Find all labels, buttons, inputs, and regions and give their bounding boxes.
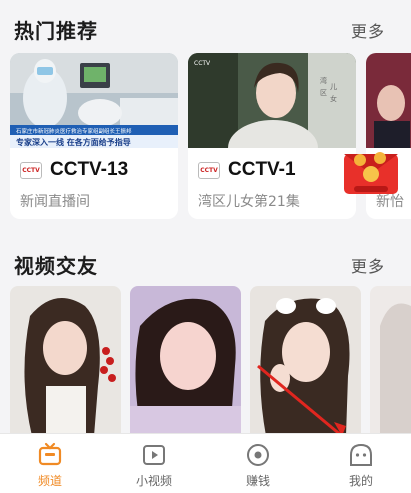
- profile-icon: [350, 443, 372, 466]
- svg-text:女: 女: [330, 94, 337, 103]
- video-tile[interactable]: [10, 286, 121, 436]
- tab-label: 我的: [348, 474, 373, 488]
- tab-channel[interactable]: 频道: [0, 434, 100, 493]
- tab-label: 赚钱: [245, 474, 270, 488]
- tab-label: 频道: [37, 474, 62, 488]
- channel-card-cctv13[interactable]: 石家庄市新冠肺炎医疗救治专家组副组长王振邦 专家深入一线 在各方面给予指导 CC…: [10, 53, 178, 219]
- channel-name: CCTV-1: [228, 159, 296, 180]
- svg-text:湾: 湾: [320, 76, 327, 85]
- cctv-logo-icon: CCTV: [198, 161, 220, 179]
- svg-text:区: 区: [320, 89, 327, 97]
- hot-more-link[interactable]: 更多: [351, 18, 385, 42]
- video-tile[interactable]: [130, 286, 241, 436]
- partial-thumbnail: [366, 53, 411, 148]
- svg-text:儿: 儿: [330, 83, 337, 91]
- tab-short-video[interactable]: 小视频: [104, 434, 204, 493]
- tab-earn[interactable]: 赚钱: [208, 434, 308, 493]
- channel-icon: [38, 442, 62, 466]
- bottom-tab-bar: 频道 小视频 赚钱 我的: [0, 433, 411, 493]
- cctv-logo-icon: CCTV: [20, 161, 42, 179]
- cctv13-thumbnail: 石家庄市新冠肺炎医疗救治专家组副组长王振邦 专家深入一线 在各方面给予指导: [10, 53, 178, 148]
- tab-label: 小视频: [135, 474, 172, 488]
- video-more-link[interactable]: 更多: [351, 253, 385, 277]
- svg-text:CCTV: CCTV: [194, 60, 211, 67]
- video-tile[interactable]: [370, 286, 411, 436]
- video-section-title: 视频交友: [14, 254, 98, 278]
- cctv13-caption-main: 专家深入一线 在各方面给予指导: [16, 137, 131, 147]
- hot-section-header: 热门推荐 更多: [14, 15, 411, 45]
- hot-section-title: 热门推荐: [14, 19, 98, 43]
- tab-profile[interactable]: 我的: [311, 434, 411, 493]
- cctv1-thumbnail: 湾 区 儿 女 CCTV: [188, 53, 356, 148]
- short-video-icon: [143, 445, 165, 465]
- channel-program: 湾区儿女第21集: [198, 194, 300, 210]
- video-section-header: 视频交友 更多: [14, 250, 411, 280]
- video-tile[interactable]: [250, 286, 361, 436]
- red-packet-icon[interactable]: [340, 148, 402, 200]
- channel-program: 新闻直播间: [20, 194, 90, 210]
- earn-icon: [247, 444, 269, 466]
- cctv13-caption-top: 石家庄市新冠肺炎医疗救治专家组副组长王振邦: [16, 127, 132, 135]
- channel-name: CCTV-13: [50, 159, 129, 180]
- channel-card-cctv1[interactable]: 湾 区 儿 女 CCTV CCTV CCTV-1 湾区儿女第21集: [188, 53, 356, 219]
- video-carousel[interactable]: [10, 286, 411, 436]
